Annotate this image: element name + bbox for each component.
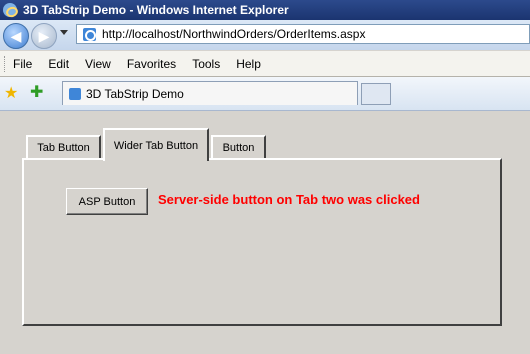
- tab-tab-button[interactable]: Tab Button: [26, 135, 101, 158]
- ie-logo-icon: [3, 3, 17, 17]
- menu-edit[interactable]: Edit: [48, 57, 69, 71]
- tab-panel: ASP Button Server-side button on Tab two…: [22, 158, 502, 326]
- menu-help[interactable]: Help: [236, 57, 261, 71]
- tab-label: Button: [222, 141, 255, 154]
- asp-button[interactable]: ASP Button: [66, 188, 148, 215]
- page-content: Tab Button Wider Tab Button Button ASP B…: [0, 111, 530, 354]
- menu-grip: [4, 55, 7, 72]
- browser-tab[interactable]: 3D TabStrip Demo: [62, 81, 358, 105]
- title-bar: 3D TabStrip Demo - Windows Internet Expl…: [0, 0, 530, 20]
- back-arrow-icon: ◀: [10, 27, 22, 44]
- add-favorite-icon[interactable]: ✚: [30, 82, 43, 102]
- browser-tab-title: 3D TabStrip Demo: [86, 86, 184, 101]
- tab-button[interactable]: Button: [211, 135, 266, 158]
- tab-page-icon: [69, 87, 81, 100]
- favorites-bar: ★ ✚ 3D TabStrip Demo: [0, 77, 530, 111]
- navigation-bar: ◀ ▶ http://localhost/NorthwindOrders/Ord…: [0, 20, 530, 50]
- address-url[interactable]: http://localhost/NorthwindOrders/OrderIt…: [102, 27, 365, 41]
- tab-wider-tab-button[interactable]: Wider Tab Button: [103, 128, 209, 161]
- menu-file[interactable]: File: [13, 57, 32, 71]
- forward-arrow-icon: ▶: [38, 27, 50, 44]
- address-bar[interactable]: http://localhost/NorthwindOrders/OrderIt…: [76, 24, 530, 44]
- recent-pages-dropdown-icon[interactable]: [60, 30, 68, 35]
- new-tab-button[interactable]: [361, 83, 391, 105]
- menu-bar: File Edit View Favorites Tools Help: [0, 51, 530, 77]
- tab-label: Tab Button: [37, 141, 90, 154]
- page-icon: [83, 27, 96, 41]
- menu-tools[interactable]: Tools: [192, 57, 220, 71]
- window-title: 3D TabStrip Demo - Windows Internet Expl…: [23, 3, 289, 17]
- forward-button[interactable]: ▶: [31, 23, 57, 49]
- tab-label: Wider Tab Button: [113, 139, 199, 152]
- menu-view[interactable]: View: [85, 57, 111, 71]
- favorites-star-icon[interactable]: ★: [4, 83, 18, 103]
- status-message: Server-side button on Tab two was clicke…: [158, 192, 420, 207]
- menu-favorites[interactable]: Favorites: [127, 57, 176, 71]
- back-button[interactable]: ◀: [3, 23, 29, 49]
